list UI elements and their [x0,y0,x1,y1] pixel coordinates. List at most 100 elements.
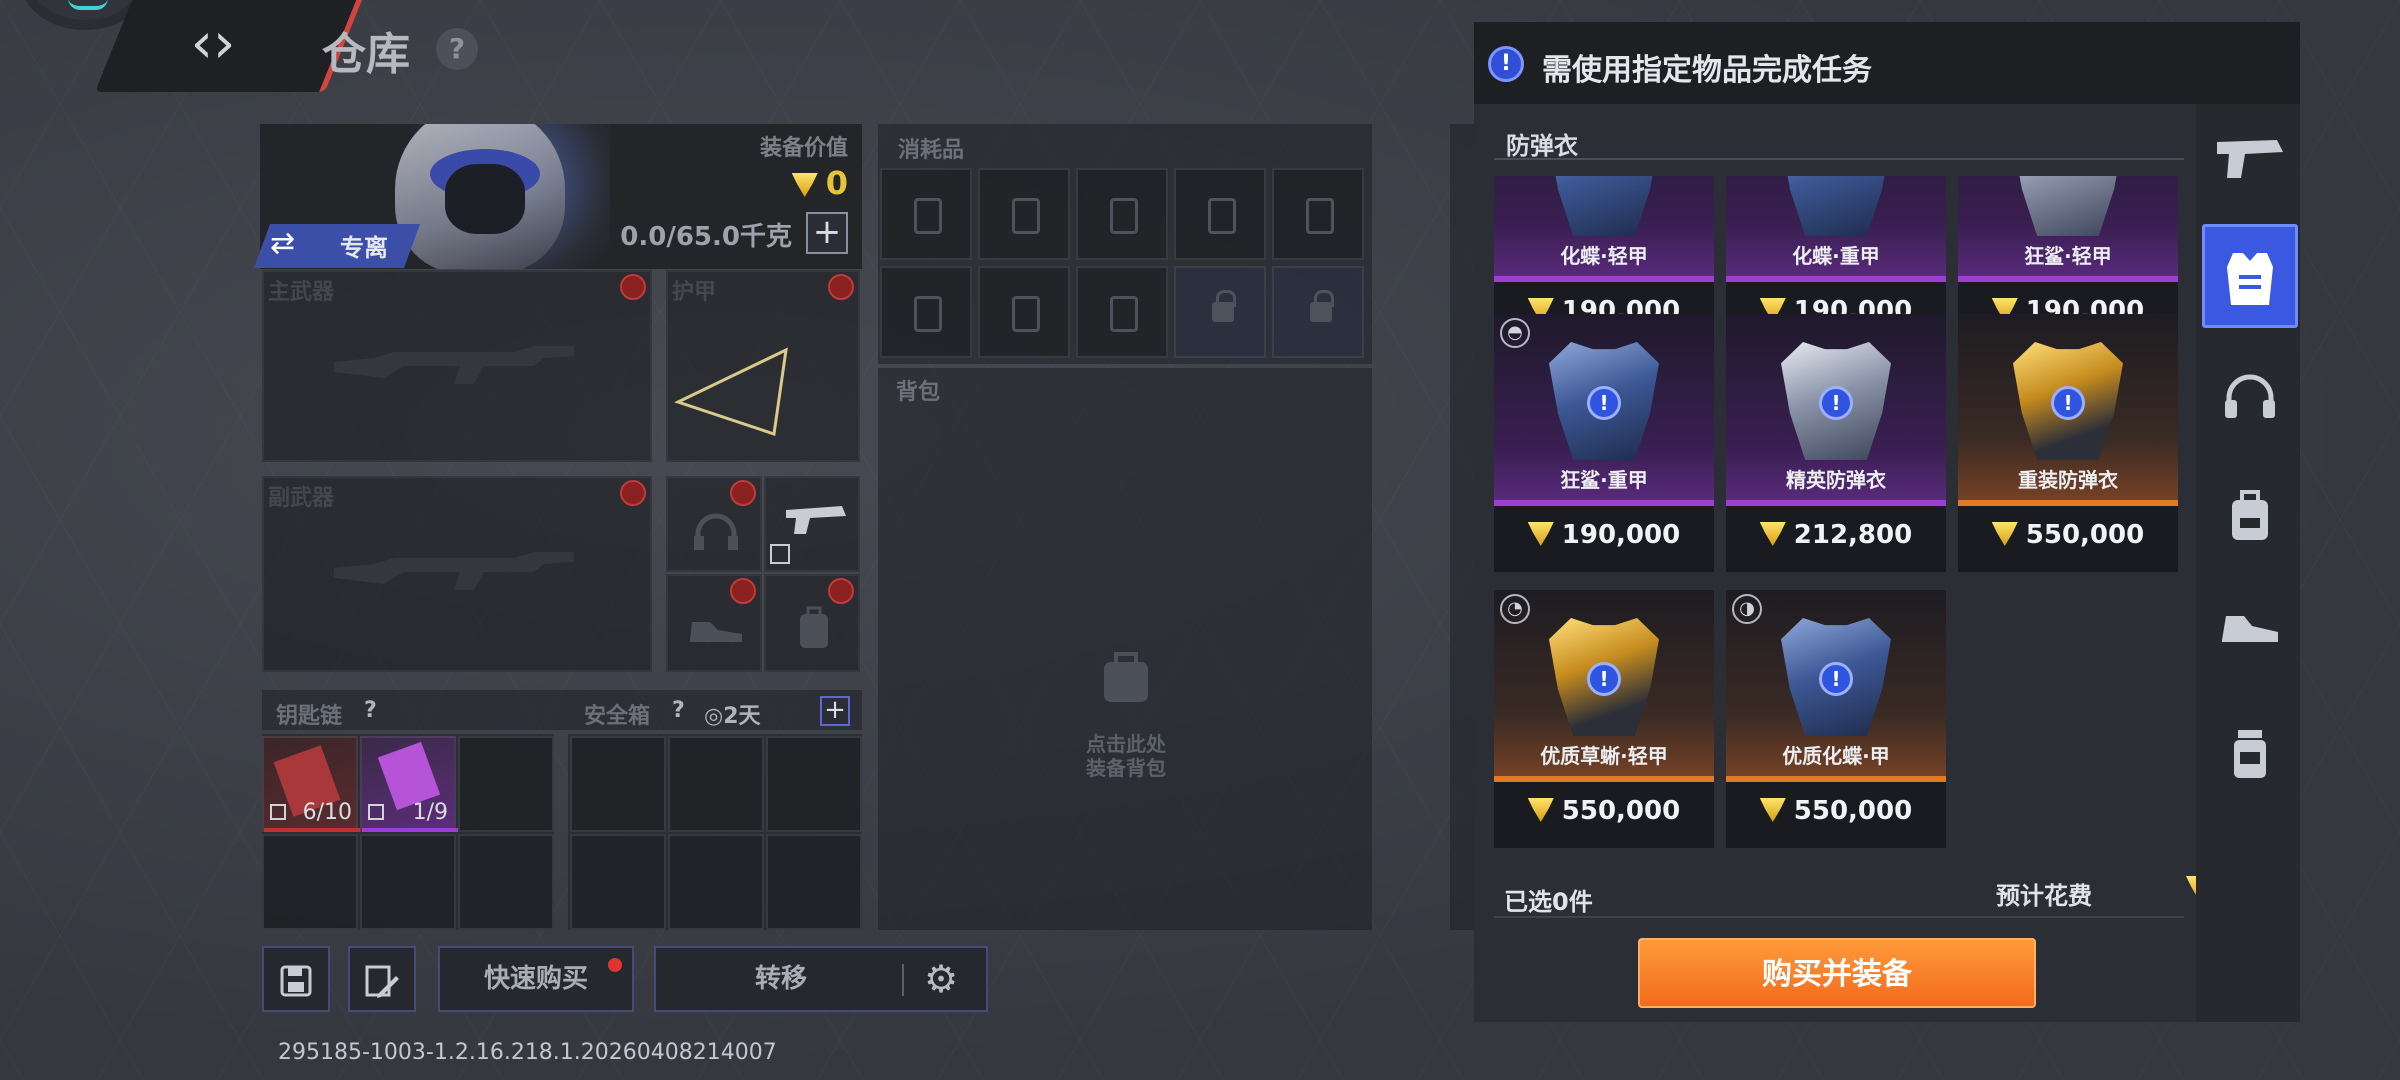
alert-dot [730,480,756,506]
quick-buy-button[interactable]: 快速购买 [438,946,634,1012]
task-alert-icon: ! [1819,662,1853,696]
keychain-item[interactable]: 6/10 [262,736,360,832]
safe-slot[interactable] [570,736,666,832]
headset-icon [2225,374,2275,418]
gem-icon [1527,798,1554,822]
consumable-slot[interactable] [1272,168,1364,260]
jar-icon [2234,730,2266,778]
backpack-icon [1104,652,1148,702]
equip-value: 0 [791,164,848,202]
divider [1494,158,2184,160]
save-icon [280,965,312,997]
keychain-item[interactable]: 1/9 [360,736,458,832]
item-card[interactable]: ! 精英防弹衣 212,800 [1726,314,1946,572]
backpack-panel[interactable] [878,368,1372,930]
task-alert-icon: ! [1819,386,1853,420]
slot-label: 副武器 [268,486,335,511]
pistol-icon [786,506,846,534]
jar-icon [1110,296,1138,332]
alert-dot [620,274,646,300]
safe-box-label: 安全箱 [584,704,651,729]
keychain-label: 钥匙链 [276,704,343,729]
backpack-icon [2232,490,2268,540]
safe-days: ◎2天 [704,704,761,729]
category-headset[interactable] [2202,348,2298,448]
shoe-icon [690,622,742,642]
gun-accessory-slot[interactable] [764,476,860,572]
consumable-slot[interactable] [880,168,972,260]
popup-title: 需使用指定物品完成任务 [1542,53,1872,88]
item-name: 优质化蝶·甲 [1782,744,1890,768]
selected-count: 已选0件 [1504,888,1593,916]
jar-icon [914,198,942,234]
safe-slot[interactable] [570,834,666,930]
item-grid: 化蝶·轻甲 190,000 化蝶·重甲 190,000 狂鲨·轻甲 190,00… [1494,176,2184,858]
safe-slot[interactable] [668,736,764,832]
item-name: 重装防弹衣 [2018,468,2118,492]
primary-weapon-slot[interactable]: 主武器 [262,270,652,462]
transfer-button[interactable]: 转移 ⚙ [654,946,988,1012]
settings-gear-icon[interactable]: ⚙ [924,948,958,1010]
backpack-slot[interactable] [764,574,860,672]
item-card[interactable]: ◔ ! 优质草蜥·轻甲 550,000 [1494,590,1714,848]
keychain-help-icon[interactable]: ? [364,698,377,723]
back-arrow-icon[interactable]: ‹› [178,12,248,76]
category-consumable[interactable] [2202,704,2298,804]
consumable-slot[interactable] [978,168,1070,260]
safe-slot[interactable] [766,834,862,930]
expand-weight-button[interactable]: + [806,212,848,254]
backpack-label: 背包 [896,380,941,405]
lock-icon [1310,290,1334,322]
shoe-slot[interactable] [666,574,762,672]
consumable-slot[interactable] [978,266,1070,358]
divider [1494,916,2184,918]
keychain-empty-slot[interactable] [458,834,554,930]
jar-icon [1306,198,1334,234]
shoe-icon [2222,616,2278,642]
keychain-empty-slot[interactable] [458,736,554,832]
item-price: 550,000 [1494,796,1714,826]
item-name: 化蝶·重甲 [1792,244,1880,268]
alert-dot [828,578,854,604]
category-shoe[interactable] [2202,586,2298,686]
category-title: 防弹衣 [1506,132,1578,160]
gem-icon [1759,798,1786,822]
item-card[interactable]: ! 重装防弹衣 550,000 [1958,314,2178,572]
category-backpack[interactable] [2202,466,2298,566]
locked-slot [1174,266,1266,358]
alert-dot [620,480,646,506]
weight-readout: 0.0/65.0千克 [620,222,792,252]
item-card[interactable]: ◓ ! 狂鲨·重甲 190,000 [1494,314,1714,572]
save-button[interactable] [262,946,330,1012]
expand-safe-button[interactable]: + [820,696,850,726]
keychain-header [262,690,862,730]
secondary-weapon-slot[interactable]: 副武器 [262,476,652,672]
swap-icon[interactable]: ⇄ [270,226,295,261]
alert-dot [730,578,756,604]
vest-icon [2227,253,2273,305]
item-price: 550,000 [1958,520,2178,550]
consumable-slot[interactable] [1076,266,1168,358]
copy-icon [770,544,790,564]
safe-slot[interactable] [668,834,764,930]
buy-and-equip-button[interactable]: 购买并装备 [1638,938,2036,1008]
item-price: 190,000 [1494,520,1714,550]
safe-help-icon[interactable]: ? [672,698,685,723]
keychain-empty-slot[interactable] [262,834,358,930]
armor-slot[interactable]: 护甲 [666,270,860,462]
page-title: 仓库 [322,29,410,80]
item-name: 狂鲨·轻甲 [2024,244,2112,268]
estimate-label: 预计花费 [1996,882,2092,910]
help-icon[interactable]: ? [436,28,478,70]
consumable-slot[interactable] [1076,168,1168,260]
category-vest[interactable] [2202,224,2298,328]
safe-slot[interactable] [766,736,862,832]
edit-loadout-button[interactable] [348,946,416,1012]
category-pistol[interactable] [2202,110,2298,210]
item-card[interactable]: ◑ ! 优质化蝶·甲 550,000 [1726,590,1946,848]
keychain-empty-slot[interactable] [360,834,456,930]
consumable-slot[interactable] [880,266,972,358]
jar-icon [1208,198,1236,234]
headset-slot[interactable] [666,476,762,572]
consumable-slot[interactable] [1174,168,1266,260]
